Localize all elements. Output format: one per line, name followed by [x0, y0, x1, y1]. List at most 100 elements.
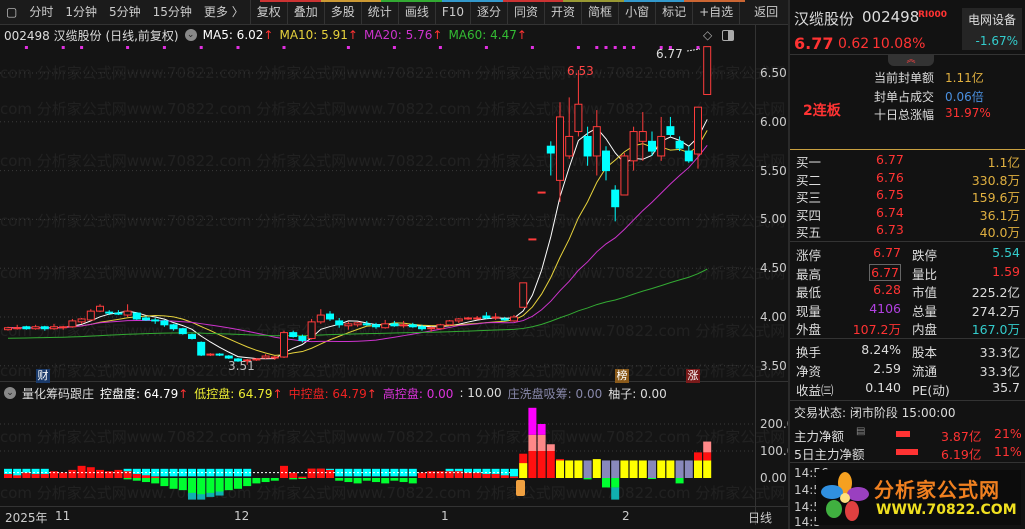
indicator-bar: [206, 478, 215, 493]
sector-box[interactable]: 电网设备 -1.67%: [962, 8, 1022, 50]
top-marker: [282, 46, 286, 49]
panel-toggle-icon[interactable]: [722, 30, 734, 41]
multi-stock-button[interactable]: 多股: [323, 0, 361, 25]
indicator-chart[interactable]: [0, 400, 756, 505]
stats-button[interactable]: 统计: [360, 0, 398, 25]
last-price: 6.77: [794, 34, 834, 53]
period-15min[interactable]: 15分钟: [147, 0, 198, 25]
indicator-bar: [583, 460, 592, 478]
sidebar-toggle-icon[interactable]: ▢: [0, 0, 23, 25]
f10-button[interactable]: F10: [434, 0, 470, 25]
seal-value: 1.11亿: [945, 71, 984, 85]
high-label: 6.53: [567, 64, 594, 78]
indicator-bar: [142, 478, 150, 483]
draw-button[interactable]: 画线: [397, 0, 435, 25]
collapse-icon[interactable]: ︽: [888, 55, 934, 66]
fuquan-button[interactable]: 复权: [249, 0, 287, 25]
candle-body: [445, 320, 454, 326]
list-marker[interactable]: 榜: [615, 369, 629, 383]
indicator-bar: [234, 478, 242, 489]
x-tick-nov: 11: [55, 509, 71, 523]
candle-body: [537, 191, 546, 194]
panel-divider: [0, 381, 790, 382]
same-cap-button[interactable]: 同资: [507, 0, 544, 25]
indicator-bar: [602, 478, 610, 488]
candle-body: [224, 355, 233, 359]
tick-button[interactable]: 逐分: [470, 0, 507, 25]
indicator-bar: [270, 478, 279, 481]
candle-body: [206, 353, 215, 356]
logo-url: WWW.70822.COM: [876, 502, 1017, 518]
period-more[interactable]: 更多 〉: [198, 0, 250, 25]
net-bar: [896, 449, 918, 455]
open-cap-button[interactable]: 开资: [544, 0, 581, 25]
simple-frame-button[interactable]: 简框: [581, 0, 618, 25]
chevron-down-icon[interactable]: ⌄: [184, 29, 197, 41]
candle-body: [510, 316, 518, 322]
indicator-bar: [675, 478, 684, 484]
candle-body: [528, 238, 537, 241]
period-fenshi[interactable]: 分时: [23, 0, 59, 25]
indicator-bar: [519, 463, 528, 478]
top-marker: [162, 46, 166, 49]
overlay-button[interactable]: 叠加: [286, 0, 324, 25]
indicator-bar: [399, 478, 408, 483]
sector-name: 电网设备: [967, 13, 1016, 27]
ma60-line: [7, 268, 708, 339]
candle-body: [77, 318, 86, 323]
candle-body: [427, 327, 436, 330]
mark-button[interactable]: 标记: [655, 0, 692, 25]
candle-body: [464, 317, 472, 320]
candle-body: [289, 332, 298, 338]
indicator-bar: [40, 473, 49, 478]
finance-marker[interactable]: 财: [36, 369, 50, 383]
candlestick-chart[interactable]: [0, 45, 756, 380]
small-window-button[interactable]: 小窗: [618, 0, 655, 25]
list-icon[interactable]: ▤: [856, 426, 865, 437]
indicator-bar: [537, 451, 546, 478]
indicator-bar: [620, 460, 629, 478]
warning-bottle-icon: [516, 480, 525, 496]
candle-body: [519, 282, 528, 308]
stock-name: 汉缆股份: [794, 10, 855, 28]
ma10-value: MA10: 5.91↑: [279, 28, 358, 42]
indicator-bar: [151, 476, 160, 478]
ten-value: : 10.00: [459, 386, 502, 400]
indicator-bar: [418, 472, 426, 478]
back-button[interactable]: 返回: [739, 0, 792, 25]
order-book-row: 买二 6.76 330.8万: [796, 169, 1020, 188]
main-net-row: 主力净额 ▤ 3.87亿 21%: [794, 426, 1022, 444]
top-marker: [24, 46, 28, 49]
indicator-bar: [215, 478, 224, 492]
indicator-bar: [528, 434, 537, 451]
indicator-bar: [261, 478, 270, 483]
sector-pct: -1.67%: [975, 34, 1018, 48]
top-marker: [61, 46, 65, 49]
period-1min[interactable]: 1分钟: [59, 0, 103, 25]
candle-body: [482, 315, 491, 319]
candle-body: [50, 326, 58, 330]
ind-tick: 0.00: [760, 471, 787, 485]
limit-up-marker[interactable]: 涨: [686, 369, 700, 383]
candle-body: [546, 145, 555, 154]
indicator-bar: [68, 469, 77, 478]
period-5min[interactable]: 5分钟: [103, 0, 147, 25]
price-tick: 4.00: [760, 310, 787, 324]
period-label[interactable]: 日线: [748, 509, 772, 526]
indicator-bar: [4, 473, 12, 478]
indicator-bar: [344, 478, 353, 483]
ratio-value: 0.06倍: [945, 90, 984, 104]
diamond-icon[interactable]: ◇: [703, 28, 712, 42]
indicator-bar: [464, 472, 472, 478]
indicator-bar: [611, 460, 620, 478]
candle-body: [638, 131, 647, 142]
candle-body: [132, 312, 141, 320]
candle-body: [31, 326, 40, 330]
indicator-bar: [666, 460, 675, 478]
ratio-label: 封单占成交: [874, 90, 935, 104]
chevron-down-icon[interactable]: ⌄: [4, 387, 16, 399]
last-price-arrow: [686, 48, 701, 52]
indicator-bar: [289, 472, 298, 478]
add-watchlist-button[interactable]: +自选: [692, 0, 739, 25]
rating-tag: RI000: [918, 10, 948, 20]
